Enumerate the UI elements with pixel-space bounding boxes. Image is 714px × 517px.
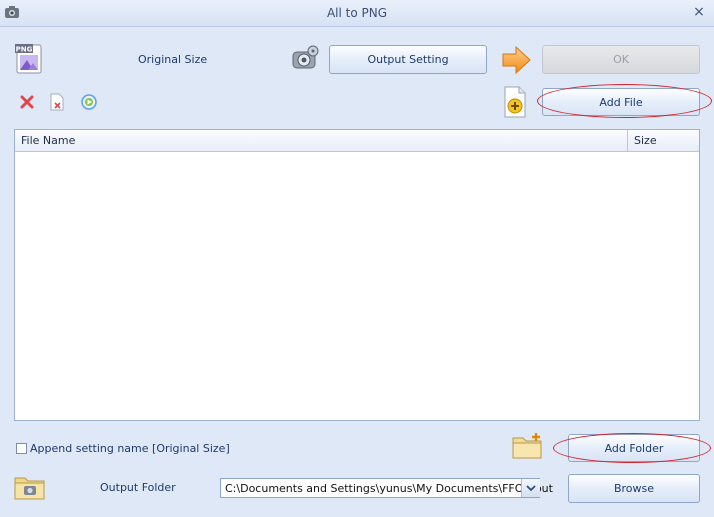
svg-text:PNG: PNG [16,46,33,54]
output-setting-button[interactable]: Output Setting [329,45,487,74]
add-file-icon[interactable] [503,86,527,118]
chevron-down-icon[interactable] [521,479,540,497]
remove-file-icon[interactable] [49,93,65,111]
add-file-button[interactable]: Add File [542,88,700,116]
append-setting-checkbox[interactable] [16,443,27,454]
file-list[interactable]: File Name Size [14,129,700,421]
output-folder-combobox[interactable]: C:\Documents and Settings\yunus\My Docum… [220,478,553,498]
column-divider[interactable] [627,130,628,151]
arrow-right-icon [500,45,532,75]
add-folder-icon[interactable] [512,432,544,460]
size-label: Original Size [138,53,208,66]
browse-button[interactable]: Browse [568,474,700,503]
output-folder-label: Output Folder [100,481,176,494]
file-list-header: File Name Size [15,130,699,152]
png-format-icon: PNG [14,43,44,75]
window-title: All to PNG [326,6,388,20]
close-icon[interactable]: × [690,3,708,21]
output-folder-icon[interactable] [14,474,46,500]
delete-icon[interactable] [19,94,35,110]
ok-button[interactable]: OK [542,45,700,74]
add-folder-button[interactable]: Add Folder [568,434,700,462]
column-file-name[interactable]: File Name [21,134,75,147]
output-folder-path: C:\Documents and Settings\yunus\My Docum… [225,482,553,495]
column-size[interactable]: Size [634,134,657,147]
settings-camera-icon[interactable] [291,45,321,73]
append-setting-label: Append setting name [Original Size] [30,442,230,455]
play-preview-icon[interactable] [80,93,98,111]
